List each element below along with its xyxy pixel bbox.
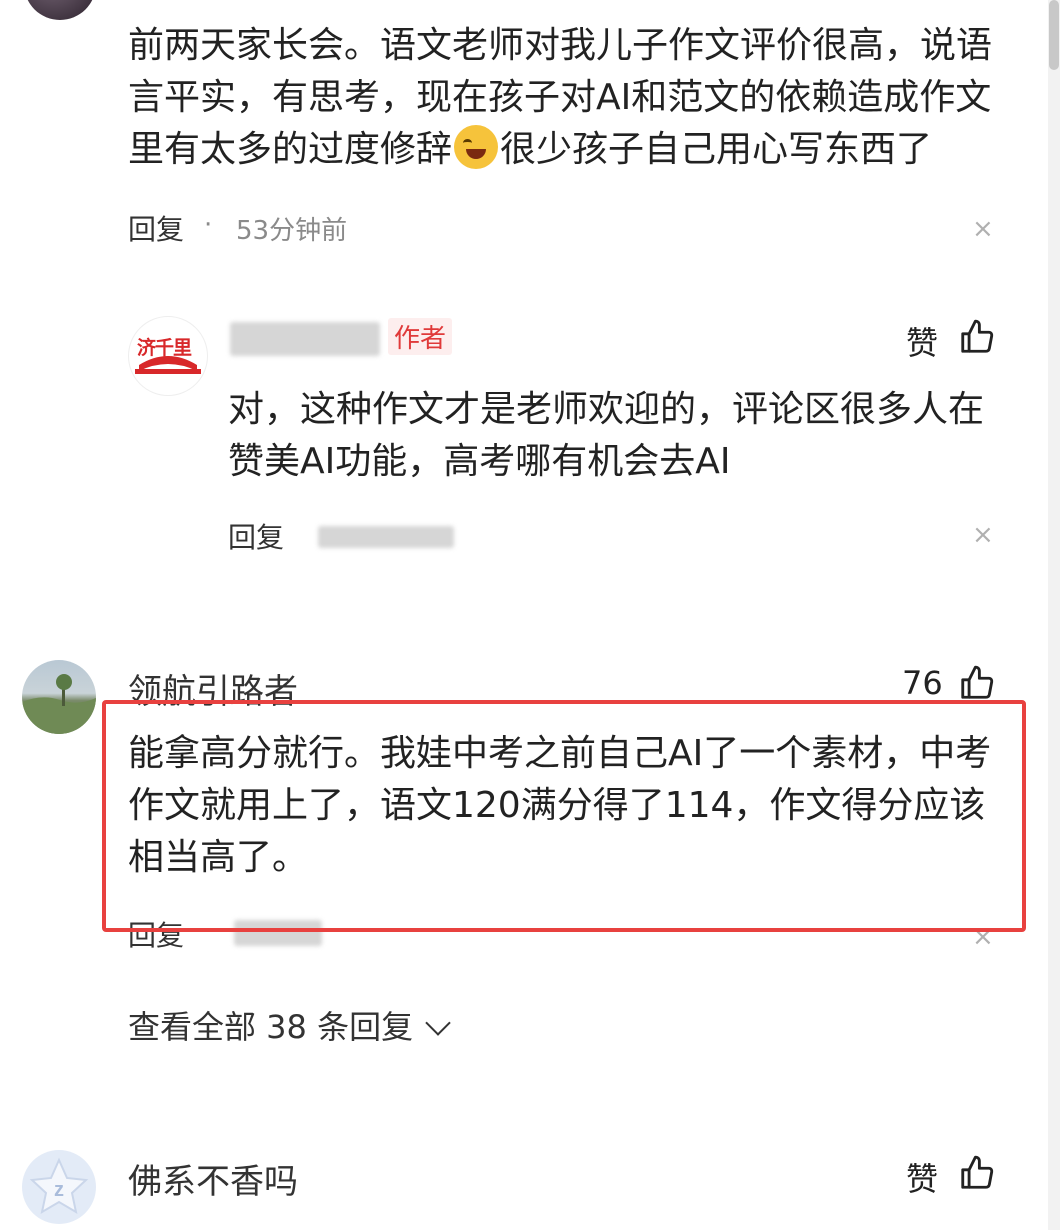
thumbs-up-icon[interactable] — [958, 1154, 996, 1196]
reply-button[interactable]: 回复 — [128, 208, 184, 248]
reply-button[interactable]: 回复 — [228, 516, 284, 556]
timestamp: 53分钟前 — [236, 216, 348, 246]
logo-text: 济千里 — [137, 337, 192, 359]
user-avatar[interactable]: z — [22, 1150, 96, 1224]
scrollbar[interactable] — [1048, 0, 1060, 1230]
username[interactable]: 佛系不香吗 — [128, 1154, 298, 1203]
chevron-down-icon — [425, 1010, 451, 1036]
comment-text: 前两天家长会。语文老师对我儿子作文评价很高，说语言平实，有思考，现在孩子对AI和… — [128, 20, 1008, 176]
laughing-crying-emoji-icon — [454, 125, 499, 169]
highlight-box — [102, 700, 1026, 932]
star-avatar-icon: z — [29, 1157, 89, 1215]
svg-text:z: z — [54, 1179, 64, 1201]
author-avatar[interactable]: 济千里 — [128, 316, 208, 396]
blurred-timestamp — [318, 526, 454, 548]
close-icon[interactable]: × — [972, 520, 994, 550]
blurred-username — [230, 322, 380, 356]
landscape-icon — [22, 674, 96, 734]
user-avatar[interactable] — [22, 660, 96, 734]
reply-text: 对，这种作文才是老师欢迎的，评论区很多人在赞美AI功能，高考哪有机会去AI — [228, 389, 985, 482]
comment-text-part: 很少孩子自己用心写东西了 — [500, 129, 933, 170]
view-all-replies-link[interactable]: 查看全部 38 条回复 — [128, 1002, 451, 1048]
close-icon[interactable]: × — [972, 214, 994, 244]
separator-dot: · — [204, 210, 213, 240]
like-label[interactable]: 赞 — [906, 1154, 938, 1200]
avatar[interactable] — [24, 0, 96, 20]
like-label[interactable]: 赞 — [906, 318, 938, 364]
like-count: 76 — [902, 664, 943, 702]
thumbs-up-icon[interactable] — [958, 318, 996, 360]
author-badge: 作者 — [388, 318, 453, 355]
view-all-replies-label: 查看全部 38 条回复 — [128, 1008, 414, 1046]
scrollbar-thumb[interactable] — [1049, 0, 1059, 70]
